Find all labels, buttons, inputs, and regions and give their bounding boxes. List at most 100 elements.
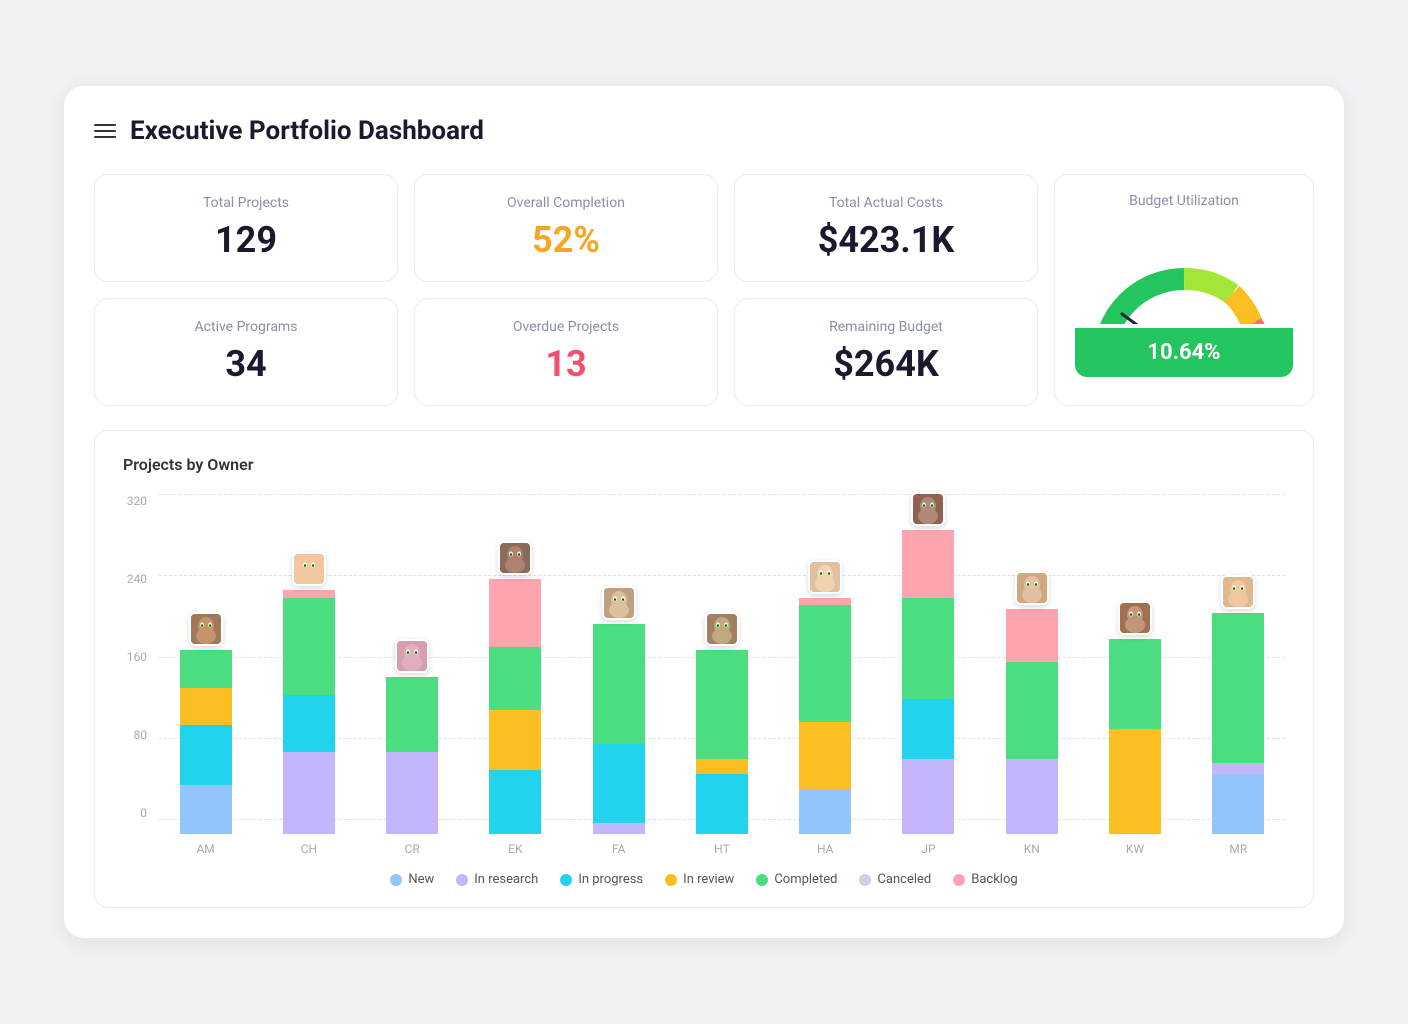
legend-item-completed: Completed [756,872,837,887]
y-label-160: 160 [127,650,147,664]
bar-segment-completed [283,598,335,696]
bar-segment-in_review [180,688,232,726]
bar-segment-in_review [1109,729,1161,834]
bar-segment-backlog [283,590,335,598]
chart-body: AMCHCREKFAHTHAJPKNKWMR [159,494,1285,856]
legend-label: Backlog [971,872,1017,887]
total-actual-costs-card: Total Actual Costs $423.1K [734,174,1038,282]
legend-item-in-review: In review [665,872,734,887]
x-label-kn: KN [985,842,1078,856]
legend-label: In review [683,872,734,887]
menu-button[interactable] [94,124,116,138]
legend: New In research In progress In review Comple… [123,872,1285,887]
bar-segment-in_progress [902,699,954,759]
bar-group-am [159,494,252,834]
legend-item-in-progress: In progress [560,872,643,887]
remaining-budget-label: Remaining Budget [829,319,943,335]
bar-segment-in_research [593,823,645,834]
remaining-budget-value: $264K [833,343,939,385]
bar-group-ek [469,494,562,834]
bar-segment-in_review [696,759,748,774]
chart-section: Projects by Owner 0 80 160 240 320 [94,430,1314,908]
active-programs-card: Active Programs 34 [94,298,398,406]
overdue-projects-label: Overdue Projects [513,319,619,335]
total-projects-value: 129 [215,219,277,261]
avatar-kn [1015,571,1049,605]
kpi-col-1: Total Projects 129 Active Programs 34 [94,174,398,406]
bar-segment-in_progress [180,725,232,785]
bar-segment-completed [799,605,851,721]
bar-stack-ch [283,590,335,834]
bar-segment-in_progress [283,695,335,751]
bar-segment-completed [593,624,645,744]
dashboard: Executive Portfolio Dashboard Total Proj… [64,86,1344,938]
bar-segment-in_research [902,759,954,834]
bar-segment-in_progress [696,774,748,834]
kpi-grid: Total Projects 129 Active Programs 34 Ov… [94,174,1314,406]
bar-segment-new [180,785,232,834]
bar-stack-fa [593,624,645,834]
bar-group-mr [1192,494,1285,834]
avatar-am [189,612,223,646]
legend-dot [756,874,768,886]
legend-item-backlog: Backlog [953,872,1017,887]
x-label-ht: HT [675,842,768,856]
y-label-320: 320 [127,494,147,508]
bar-stack-cr [386,677,438,835]
page-title: Executive Portfolio Dashboard [130,116,484,146]
bar-segment-in_review [489,710,541,770]
bar-stack-ht [696,650,748,834]
bar-group-kw [1088,494,1181,834]
avatar-mr [1221,575,1255,609]
bar-segment-completed [902,598,954,699]
budget-utilization-label: Budget Utilization [1129,193,1239,209]
x-label-jp: JP [882,842,975,856]
legend-item-in-research: In research [456,872,538,887]
gauge [1084,219,1284,324]
legend-item-new: New [390,872,434,887]
active-programs-value: 34 [225,343,266,385]
x-label-am: AM [159,842,252,856]
bar-stack-ek [489,579,541,834]
bar-segment-in_research [1006,759,1058,834]
x-label-ha: HA [779,842,872,856]
bar-stack-kn [1006,609,1058,834]
bar-group-ha [779,494,872,834]
x-label-ch: CH [262,842,355,856]
overall-completion-label: Overall Completion [507,195,625,211]
bar-segment-in_progress [593,744,645,823]
kpi-col-2: Overall Completion 52% Overdue Projects … [414,174,718,406]
bars-row [159,494,1285,834]
legend-dot [665,874,677,886]
x-label-kw: KW [1088,842,1181,856]
total-actual-costs-value: $423.1K [818,219,955,261]
avatar-ch [292,552,326,586]
bar-segment-backlog [902,530,954,598]
total-projects-label: Total Projects [203,195,289,211]
legend-label: Completed [774,872,837,887]
legend-dot [390,874,402,886]
bar-segment-in_research [283,752,335,835]
avatar-ek [498,541,532,575]
bar-segment-completed [696,650,748,759]
y-label-80: 80 [134,728,148,742]
legend-item-canceled: Canceled [859,872,931,887]
bar-group-cr [366,494,459,834]
active-programs-label: Active Programs [195,319,298,335]
bar-stack-am [180,650,232,834]
legend-dot [859,874,871,886]
bar-segment-new [799,789,851,834]
bar-segment-in_research [1212,763,1264,774]
bar-segment-completed [1109,639,1161,729]
y-label-0: 0 [140,806,147,820]
bar-group-kn [985,494,1078,834]
bar-stack-ha [799,598,851,834]
legend-label: In progress [578,872,643,887]
avatar-jp [911,492,945,526]
bar-group-ch [262,494,355,834]
x-label-cr: CR [366,842,459,856]
bar-segment-completed [1006,662,1058,760]
remaining-budget-card: Remaining Budget $264K [734,298,1038,406]
bar-segment-in_review [799,722,851,790]
x-labels: AMCHCREKFAHTHAJPKNKWMR [159,842,1285,856]
